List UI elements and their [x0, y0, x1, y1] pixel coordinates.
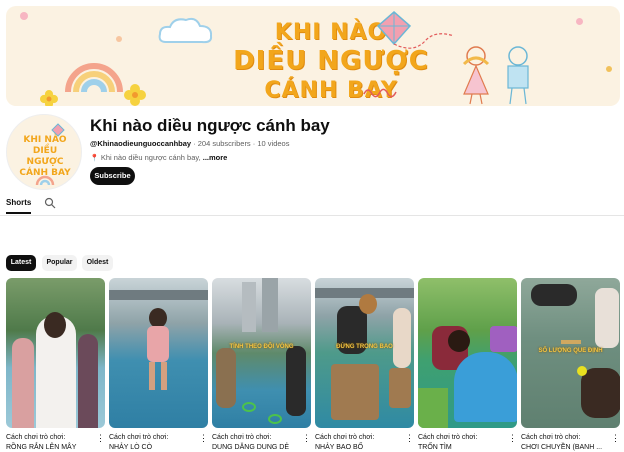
short-title-line1: Cách chơi trò chơi:	[109, 434, 169, 441]
short-thumbnail[interactable]: ĐỨNG TRONG BAO	[315, 278, 414, 428]
subscribe-button[interactable]: Subscribe	[90, 167, 135, 185]
channel-banner: KHI NÀO DIỀU NGƯỢC CÁNH BAY	[6, 6, 620, 106]
channel-meta: @Khinaodieunguoccanhbay · 204 subscriber…	[90, 139, 289, 148]
more-link[interactable]: ...more	[203, 153, 228, 162]
description-text: Khi nào diều ngược cánh bay,	[100, 153, 203, 162]
short-thumbnail[interactable]: TÍNH THEO ĐỘI VÒNG	[212, 278, 311, 428]
short-item[interactable]: Cách chơi trò chơi: RỒNG RẮN LÊN MÂY ⋮	[6, 278, 105, 452]
short-item[interactable]: Cách chơi trò chơi: NHẢY LÒ CÒ ⋮	[109, 278, 208, 452]
search-icon[interactable]	[44, 197, 56, 209]
short-title-line2: NHẢY BAO BỐ	[315, 444, 364, 451]
cloud-icon	[158, 17, 213, 44]
short-title-line1: Cách chơi trò chơi:	[6, 434, 66, 441]
channel-avatar[interactable]: KHI NÀO DIỀU NGƯỢC CÁNH BAY	[6, 114, 82, 190]
children-drawing-icon	[462, 46, 529, 105]
short-title-line1: Cách chơi trò chơi:	[418, 434, 478, 441]
short-title-line1: Cách chơi trò chơi:	[212, 434, 272, 441]
decor-dot	[20, 12, 28, 20]
short-title-line2: RỒNG RẮN LÊN MÂY	[6, 444, 77, 451]
decor-dot	[116, 36, 122, 42]
short-title-line2: CHƠI CHUYỀN (BANH ...	[521, 444, 603, 451]
channel-handle: @Khinaodieunguoccanhbay	[90, 139, 192, 148]
short-item[interactable]: TÍNH THEO ĐỘI VÒNG Cách chơi trò chơi: D…	[212, 278, 311, 452]
chip-latest[interactable]: Latest	[6, 255, 36, 271]
decor-dot	[606, 66, 612, 72]
short-title-line1: Cách chơi trò chơi:	[521, 434, 581, 441]
short-item[interactable]: SỐ LƯỢNG QUE ĐỊNH Cách chơi trò chơi: CH…	[521, 278, 620, 452]
short-title[interactable]: Cách chơi trò chơi: CHƠI CHUYỀN (BANH ..…	[521, 433, 609, 452]
more-actions-icon[interactable]: ⋮	[96, 434, 105, 443]
channel-name: Khi nào diều ngược cánh bay	[90, 116, 330, 135]
short-title-line2: TRỐN TÌM	[418, 444, 452, 451]
short-overlay-text: SỐ LƯỢNG QUE ĐỊNH	[538, 348, 603, 354]
tab-shorts[interactable]: Shorts	[6, 198, 32, 214]
chip-oldest[interactable]: Oldest	[82, 255, 113, 271]
more-actions-icon[interactable]: ⋮	[508, 434, 517, 443]
short-item[interactable]: Cách chơi trò chơi: TRỐN TÌM ⋮	[418, 278, 517, 452]
decor-dot	[576, 18, 583, 25]
flower-icon	[40, 90, 58, 106]
short-title-line2: NHẢY LÒ CÒ	[109, 444, 153, 451]
swirl-icon	[363, 88, 397, 98]
short-thumbnail[interactable]	[6, 278, 105, 428]
short-title[interactable]: Cách chơi trò chơi: DUNG DĂNG DUNG DẺ	[212, 433, 300, 452]
short-title[interactable]: Cách chơi trò chơi: TRỐN TÌM	[418, 433, 506, 452]
short-thumbnail[interactable]	[109, 278, 208, 428]
more-actions-icon[interactable]: ⋮	[405, 434, 414, 443]
rainbow-icon	[65, 63, 123, 93]
channel-description[interactable]: 📍 Khi nào diều ngược cánh bay, ...more	[90, 153, 227, 162]
short-title[interactable]: Cách chơi trò chơi: NHẢY LÒ CÒ	[109, 433, 197, 452]
more-actions-icon[interactable]: ⋮	[611, 434, 620, 443]
more-actions-icon[interactable]: ⋮	[302, 434, 311, 443]
flower-icon	[124, 84, 146, 106]
short-title-line1: Cách chơi trò chơi:	[315, 434, 375, 441]
short-thumbnail[interactable]	[418, 278, 517, 428]
short-title-line2: DUNG DĂNG DUNG DẺ	[212, 444, 290, 451]
channel-stats: · 204 subscribers · 10 videos	[191, 139, 290, 148]
short-title[interactable]: Cách chơi trò chơi: NHẢY BAO BỐ	[315, 433, 403, 452]
pin-icon: 📍	[90, 155, 99, 162]
more-actions-icon[interactable]: ⋮	[199, 434, 208, 443]
chip-popular[interactable]: Popular	[42, 255, 77, 271]
short-overlay-text: ĐỨNG TRONG BAO	[336, 344, 393, 350]
rainbow-icon	[35, 175, 55, 185]
short-title[interactable]: Cách chơi trò chơi: RỒNG RẮN LÊN MÂY	[6, 433, 94, 452]
avatar-text-line2: DIỀU NGƯỢC	[26, 146, 64, 167]
avatar-text-line1: KHI NÀO	[23, 135, 67, 145]
short-thumbnail[interactable]: SỐ LƯỢNG QUE ĐỊNH	[521, 278, 620, 428]
short-overlay-text: TÍNH THEO ĐỘI VÒNG	[229, 344, 294, 350]
channel-tabs: Shorts	[0, 196, 624, 216]
short-item[interactable]: ĐỨNG TRONG BAO Cách chơi trò chơi: NHẢY …	[315, 278, 414, 452]
